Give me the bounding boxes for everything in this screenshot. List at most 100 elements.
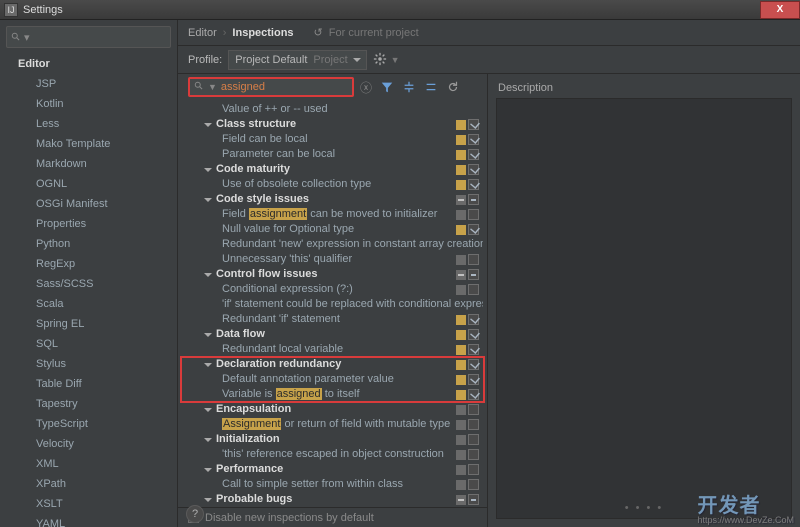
tree-item[interactable]: Conditional expression (?:) [178, 282, 483, 297]
clear-search-icon[interactable]: ⓧ [358, 79, 374, 96]
inspection-checkbox[interactable] [468, 119, 479, 130]
inspection-checkbox[interactable] [468, 404, 479, 415]
tree-item[interactable]: Variable is assigned to itself [178, 387, 483, 402]
expand-all-icon[interactable] [400, 78, 418, 96]
severity-indicator[interactable] [456, 435, 466, 445]
inspection-search-input[interactable]: ▼ [188, 77, 354, 97]
inspection-checkbox[interactable] [468, 224, 479, 235]
inspection-checkbox[interactable] [468, 419, 479, 430]
tree-item[interactable]: Redundant 'new' expression in constant a… [178, 237, 483, 252]
tree-item[interactable]: Redundant 'if' statement [178, 312, 483, 327]
inspection-checkbox[interactable] [468, 449, 479, 460]
sidebar-item[interactable]: Scala [8, 294, 177, 314]
inspection-checkbox[interactable] [468, 464, 479, 475]
inspection-checkbox[interactable] [468, 359, 479, 370]
tree-item[interactable]: Field can be local [178, 132, 483, 147]
disclosure-triangle-icon[interactable] [204, 196, 212, 204]
tree-item[interactable]: Default annotation parameter value [178, 372, 483, 387]
sidebar-item[interactable]: Mako Template [8, 134, 177, 154]
sidebar-item[interactable]: YAML [8, 514, 177, 527]
window-close-button[interactable]: X [760, 1, 800, 19]
tree-group[interactable]: Control flow issues [178, 267, 483, 282]
tree-item[interactable]: Use of obsolete collection type [178, 177, 483, 192]
severity-indicator[interactable] [456, 210, 466, 220]
help-button[interactable]: ? [186, 505, 204, 523]
severity-indicator[interactable] [456, 315, 466, 325]
inspection-checkbox[interactable] [468, 389, 479, 400]
profile-gear-icon[interactable] [373, 52, 389, 68]
sidebar-tree[interactable]: Editor JSPKotlinLessMako TemplateMarkdow… [0, 54, 177, 527]
tree-group[interactable]: Performance [178, 462, 483, 477]
sidebar-item[interactable]: Properties [8, 214, 177, 234]
severity-indicator[interactable] [456, 330, 466, 340]
tree-item[interactable]: Field assignment can be moved to initial… [178, 207, 483, 222]
sidebar-item[interactable]: Velocity [8, 434, 177, 454]
tree-group[interactable]: Probable bugs [178, 492, 483, 507]
reset-icon[interactable]: ↺ [314, 26, 323, 39]
collapse-all-icon[interactable] [422, 78, 440, 96]
disclosure-triangle-icon[interactable] [204, 121, 212, 129]
tree-item[interactable]: Parameter can be local [178, 147, 483, 162]
disclosure-triangle-icon[interactable] [204, 406, 212, 414]
tree-item[interactable]: 'this' reference escaped in object const… [178, 447, 483, 462]
disclosure-triangle-icon[interactable] [204, 436, 212, 444]
disclosure-triangle-icon[interactable] [204, 466, 212, 474]
tree-group[interactable]: Encapsulation [178, 402, 483, 417]
tree-item[interactable]: Redundant local variable [178, 342, 483, 357]
disclosure-triangle-icon[interactable] [204, 496, 212, 504]
severity-indicator[interactable] [456, 165, 466, 175]
severity-indicator[interactable] [456, 465, 466, 475]
sidebar-item[interactable]: Stylus [8, 354, 177, 374]
sidebar-item[interactable]: Sass/SCSS [8, 274, 177, 294]
tree-item[interactable]: Unnecessary 'this' qualifier [178, 252, 483, 267]
inspection-checkbox[interactable] [468, 329, 479, 340]
disclosure-triangle-icon[interactable] [204, 331, 212, 339]
inspection-checkbox[interactable] [468, 179, 479, 190]
breadcrumb-editor[interactable]: Editor [188, 27, 217, 39]
inspections-tree[interactable]: Value of ++ or -- usedClass structureFie… [178, 100, 487, 507]
inspection-checkbox[interactable] [468, 269, 479, 280]
sidebar-item[interactable]: JSP [8, 74, 177, 94]
severity-indicator[interactable] [456, 120, 466, 130]
sidebar-item[interactable]: OGNL [8, 174, 177, 194]
disclosure-triangle-icon[interactable] [204, 361, 212, 369]
inspection-checkbox[interactable] [468, 149, 479, 160]
search-history-chevron-icon[interactable]: ▼ [208, 82, 217, 92]
inspection-checkbox[interactable] [468, 134, 479, 145]
tree-group[interactable]: Declaration redundancy [178, 357, 483, 372]
tree-group[interactable]: Class structure [178, 117, 483, 132]
sidebar-item[interactable]: XML [8, 454, 177, 474]
reset-defaults-icon[interactable] [444, 78, 462, 96]
tree-group[interactable]: Code style issues [178, 192, 483, 207]
severity-indicator[interactable] [456, 480, 466, 490]
severity-indicator[interactable] [456, 495, 466, 505]
severity-indicator[interactable] [456, 285, 466, 295]
inspection-checkbox[interactable] [468, 494, 479, 505]
sidebar-item[interactable]: RegExp [8, 254, 177, 274]
inspection-checkbox[interactable] [468, 209, 479, 220]
inspection-checkbox[interactable] [468, 479, 479, 490]
tree-item[interactable]: Assignment or return of field with mutab… [178, 417, 483, 432]
disable-new-inspections-row[interactable]: Disable new inspections by default [178, 507, 487, 527]
tree-group[interactable]: Code maturity [178, 162, 483, 177]
inspection-checkbox[interactable] [468, 194, 479, 205]
inspection-checkbox[interactable] [468, 164, 479, 175]
sidebar-item[interactable]: TypeScript [8, 414, 177, 434]
sidebar-item[interactable]: Python [8, 234, 177, 254]
severity-indicator[interactable] [456, 450, 466, 460]
severity-indicator[interactable] [456, 375, 466, 385]
severity-indicator[interactable] [456, 180, 466, 190]
sidebar-item[interactable]: XSLT [8, 494, 177, 514]
severity-indicator[interactable] [456, 195, 466, 205]
inspection-checkbox[interactable] [468, 314, 479, 325]
sidebar-item[interactable]: Tapestry [8, 394, 177, 414]
sidebar-item[interactable]: XPath [8, 474, 177, 494]
gear-dropdown-icon[interactable]: ▼ [391, 55, 400, 65]
severity-indicator[interactable] [456, 225, 466, 235]
disclosure-triangle-icon[interactable] [204, 271, 212, 279]
inspection-checkbox[interactable] [468, 254, 479, 265]
filter-icon[interactable] [378, 78, 396, 96]
sidebar-item[interactable]: Markdown [8, 154, 177, 174]
severity-indicator[interactable] [456, 270, 466, 280]
inspection-checkbox[interactable] [468, 374, 479, 385]
